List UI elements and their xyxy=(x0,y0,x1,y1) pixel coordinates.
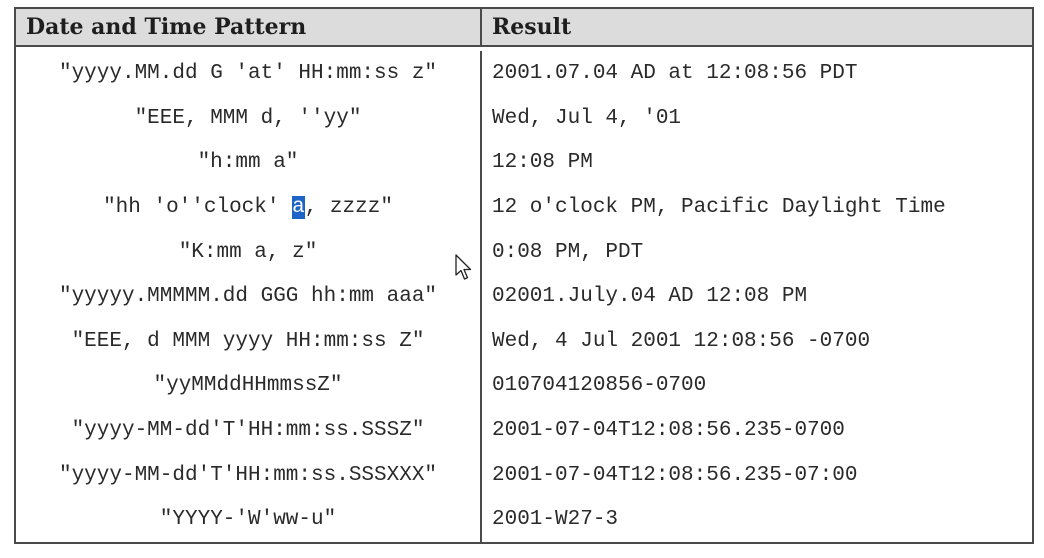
table-row: "EEE, d MMM yyyy HH:mm:ss Z" Wed, 4 Jul … xyxy=(16,319,1032,364)
table-row: "yyMMddHHmmssZ" 010704120856-0700 xyxy=(16,363,1032,409)
pattern-cell[interactable]: "EEE, d MMM yyyy HH:mm:ss Z" xyxy=(16,319,482,364)
table-row: "K:mm a, z" 0:08 PM, PDT xyxy=(16,229,1032,275)
selected-text[interactable]: a xyxy=(292,196,305,220)
pattern-cell[interactable]: "yyyy-MM-dd'T'HH:mm:ss.SSSXXX" xyxy=(16,452,482,498)
result-cell[interactable]: 2001-W27-3 xyxy=(482,497,1032,542)
table-row: "YYYY-'W'ww-u" 2001-W27-3 xyxy=(16,497,1032,542)
table-body: "yyyy.MM.dd G 'at' HH:mm:ss z" 2001.07.0… xyxy=(16,47,1032,542)
table-row: "yyyyy.MMMMM.dd GGG hh:mm aaa" 02001.Jul… xyxy=(16,274,1032,320)
pattern-cell[interactable]: "yyyy.MM.dd G 'at' HH:mm:ss z" xyxy=(16,51,482,97)
table-row: "h:mm a" 12:08 PM xyxy=(16,140,1032,186)
pattern-cell[interactable]: "hh 'o''clock' a, zzzz" xyxy=(16,185,482,230)
result-cell[interactable]: 010704120856-0700 xyxy=(482,364,1032,409)
result-cell[interactable]: 12 o'clock PM, Pacific Daylight Time xyxy=(482,185,1032,230)
pattern-cell[interactable]: "K:mm a, z" xyxy=(16,229,482,275)
result-cell[interactable]: Wed, Jul 4, '01 xyxy=(482,96,1032,141)
pattern-cell[interactable]: "YYYY-'W'ww-u" xyxy=(16,497,482,542)
table-row: "yyyy.MM.dd G 'at' HH:mm:ss z" 2001.07.0… xyxy=(16,51,1032,97)
pattern-cell[interactable]: "h:mm a" xyxy=(16,140,482,186)
result-cell[interactable]: Wed, 4 Jul 2001 12:08:56 -0700 xyxy=(482,319,1032,364)
result-cell[interactable]: 2001-07-04T12:08:56.235-0700 xyxy=(482,408,1032,453)
pattern-cell[interactable]: "yyyyy.MMMMM.dd GGG hh:mm aaa" xyxy=(16,274,482,320)
table-row: "yyyy-MM-dd'T'HH:mm:ss.SSSZ" 2001-07-04T… xyxy=(16,408,1032,453)
result-cell[interactable]: 02001.July.04 AD 12:08 PM xyxy=(482,274,1032,319)
pattern-cell[interactable]: "yyyy-MM-dd'T'HH:mm:ss.SSSZ" xyxy=(16,408,482,453)
pattern-cell[interactable]: "yyMMddHHmmssZ" xyxy=(16,363,482,409)
result-cell[interactable]: 0:08 PM, PDT xyxy=(482,230,1032,275)
header-pattern: Date and Time Pattern xyxy=(16,9,482,46)
date-time-pattern-table: Date and Time Pattern Result "yyyy.MM.dd… xyxy=(14,7,1034,544)
pattern-text-after: , zzzz" xyxy=(304,196,393,220)
pattern-text-before: "hh 'o''clock' xyxy=(103,196,293,220)
result-cell[interactable]: 12:08 PM xyxy=(482,141,1032,186)
result-cell[interactable]: 2001-07-04T12:08:56.235-07:00 xyxy=(482,453,1032,498)
pattern-cell[interactable]: "EEE, MMM d, ''yy" xyxy=(16,96,482,141)
mouse-pointer-icon xyxy=(455,254,472,280)
header-result: Result xyxy=(492,14,572,41)
table-row: "EEE, MMM d, ''yy" Wed, Jul 4, '01 xyxy=(16,96,1032,141)
table-header-row: Date and Time Pattern Result xyxy=(16,9,1032,48)
result-cell[interactable]: 2001.07.04 AD at 12:08:56 PDT xyxy=(482,51,1032,96)
table-row: "yyyy-MM-dd'T'HH:mm:ss.SSSXXX" 2001-07-0… xyxy=(16,452,1032,498)
table-row: "hh 'o''clock' a, zzzz" 12 o'clock PM, P… xyxy=(16,185,1032,230)
